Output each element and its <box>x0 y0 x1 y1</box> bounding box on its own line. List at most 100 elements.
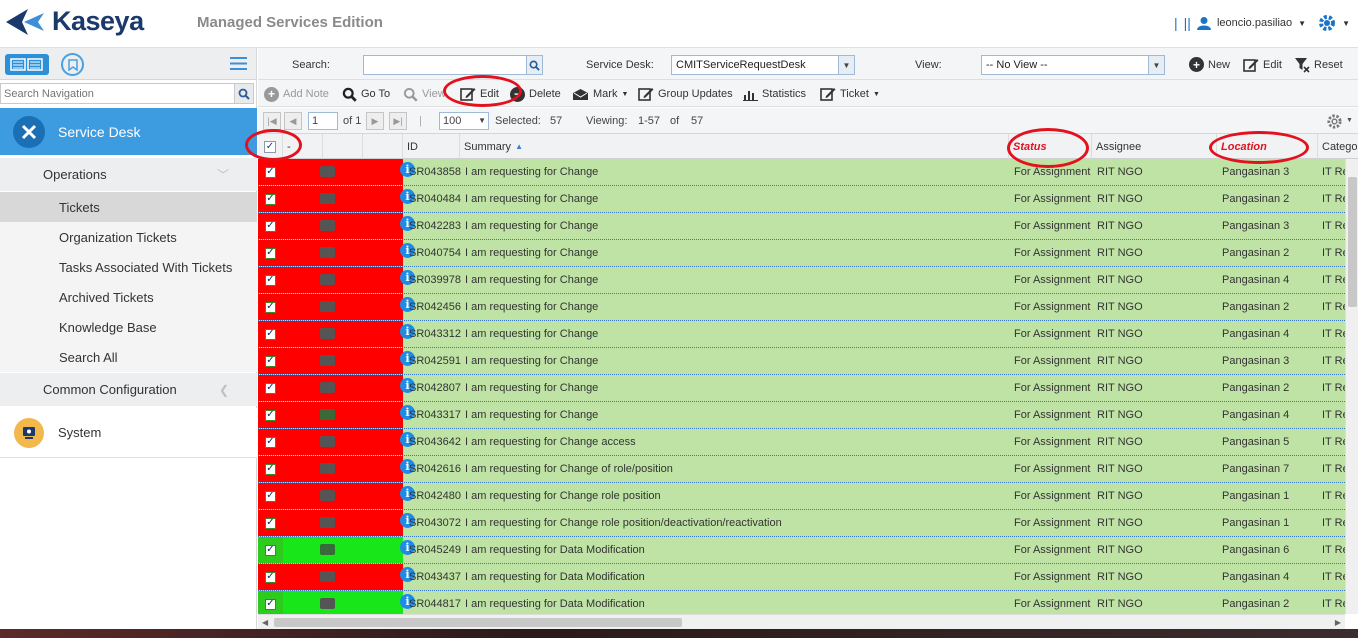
nav-item-tickets[interactable]: Tickets <box>0 192 257 222</box>
column-header-assignee[interactable]: Assignee <box>1092 134 1217 159</box>
row-checkbox[interactable]: ✓ <box>258 240 283 266</box>
nav-module-service-desk[interactable]: Service Desk <box>0 108 257 155</box>
view-select[interactable]: -- No View -- ▼ <box>981 55 1165 75</box>
row-checkbox[interactable]: ✓ <box>258 591 283 614</box>
user-name[interactable]: leoncio.pasiliao <box>1217 17 1292 29</box>
column-header-flag[interactable]: - <box>283 134 323 159</box>
ticket-id[interactable]: SR043858 <box>409 159 465 185</box>
row-checkbox[interactable]: ✓ <box>258 537 283 563</box>
table-row[interactable]: ✓ i SR043642 I am requesting for Change acc… <box>258 429 1345 456</box>
ticket-id[interactable]: SR042616 <box>409 456 465 482</box>
table-row[interactable]: ✓ i SR043072 I am requesting for Change rol… <box>258 510 1345 537</box>
page-size-select[interactable]: 100 ▼ <box>439 112 489 130</box>
ticket-id[interactable]: SR040484 <box>409 186 465 212</box>
row-checkbox[interactable]: ✓ <box>258 159 283 185</box>
column-header-summary[interactable]: Summary ▲ <box>460 134 1009 159</box>
column-header-id[interactable]: ID <box>403 134 460 159</box>
delete-button[interactable]: − Delete <box>510 84 561 104</box>
grid-settings-gear-icon[interactable] <box>1326 113 1343 130</box>
row-checkbox[interactable]: ✓ <box>258 456 283 482</box>
table-row[interactable]: ✓ i SR044817 I am requesting for Data Modif… <box>258 591 1345 614</box>
scrollbar-thumb[interactable] <box>1348 177 1357 307</box>
nav-search-button[interactable] <box>234 84 253 103</box>
nav-item-organization-tickets[interactable]: Organization Tickets <box>0 222 257 252</box>
ticket-id[interactable]: SR039978 <box>409 267 465 293</box>
table-row[interactable]: ✓ i SR043317 I am requesting for Change For … <box>258 402 1345 429</box>
table-row[interactable]: ✓ i SR040484 I am requesting for Change For … <box>258 186 1345 213</box>
row-checkbox[interactable]: ✓ <box>258 186 283 212</box>
row-checkbox[interactable]: ✓ <box>258 267 283 293</box>
search-button[interactable] <box>526 56 542 74</box>
ticket-id[interactable]: SR045249 <box>409 537 465 563</box>
ticket-id[interactable]: SR042591 <box>409 348 465 374</box>
edit-ticket-button[interactable]: Edit <box>460 84 499 104</box>
table-row[interactable]: ✓ i SR039978 I am requesting for Change For … <box>258 267 1345 294</box>
nav-item-tasks-associated[interactable]: Tasks Associated With Tickets <box>0 252 257 282</box>
table-row[interactable]: ✓ i SR042283 I am requesting for Change For … <box>258 213 1345 240</box>
table-row[interactable]: ✓ i SR043312 I am requesting for Change For … <box>258 321 1345 348</box>
column-header-category[interactable]: Catego <box>1318 134 1358 159</box>
edit-view-button[interactable]: Edit <box>1243 57 1282 73</box>
view-button[interactable]: View <box>403 84 446 104</box>
ticket-id[interactable]: SR043317 <box>409 402 465 428</box>
vertical-scrollbar[interactable] <box>1345 159 1358 614</box>
select-all-checkbox[interactable]: ✓ <box>258 134 283 159</box>
nav-item-search-all[interactable]: Search All <box>0 342 257 372</box>
nav-group-common-configuration[interactable]: Common Configuration ❮ <box>0 373 257 406</box>
nav-group-operations[interactable]: Operations ﹀ <box>0 158 257 191</box>
nav-item-knowledge-base[interactable]: Knowledge Base <box>0 312 257 342</box>
table-row[interactable]: ✓ i SR042807 I am requesting for Change For … <box>258 375 1345 402</box>
row-checkbox[interactable]: ✓ <box>258 348 283 374</box>
scrollbar-thumb[interactable] <box>274 618 682 627</box>
prev-page-button[interactable]: ◀ <box>284 112 302 130</box>
ticket-id[interactable]: SR042480 <box>409 483 465 509</box>
ticket-id[interactable]: SR043312 <box>409 321 465 347</box>
table-row[interactable]: ✓ i SR045249 I am requesting for Data Modif… <box>258 537 1345 564</box>
row-checkbox[interactable]: ✓ <box>258 483 283 509</box>
row-checkbox[interactable]: ✓ <box>258 321 283 347</box>
next-page-button[interactable]: ▶ <box>366 112 384 130</box>
ticket-menu-button[interactable]: Ticket ▼ <box>820 84 880 104</box>
row-checkbox[interactable]: ✓ <box>258 402 283 428</box>
gear-icon[interactable] <box>1318 14 1336 32</box>
row-checkbox[interactable]: ✓ <box>258 564 283 590</box>
nav-module-system[interactable]: System <box>0 408 257 458</box>
row-checkbox[interactable]: ✓ <box>258 510 283 536</box>
chevron-down-icon[interactable]: ▼ <box>1298 19 1306 28</box>
bookmark-button[interactable] <box>61 53 84 76</box>
ticket-id[interactable]: SR044817 <box>409 591 465 614</box>
horizontal-scrollbar[interactable]: ◀ ▶ <box>258 614 1345 629</box>
scroll-left-icon[interactable]: ◀ <box>262 618 268 627</box>
add-note-button[interactable]: + Add Note <box>264 84 329 104</box>
table-row[interactable]: ✓ i SR042480 I am requesting for Change rol… <box>258 483 1345 510</box>
ticket-id[interactable]: SR040754 <box>409 240 465 266</box>
group-updates-button[interactable]: Group Updates <box>638 84 733 104</box>
statistics-button[interactable]: Statistics <box>743 84 806 104</box>
chevron-down-icon[interactable]: ▼ <box>1346 117 1353 124</box>
column-header-status[interactable]: Status <box>1009 134 1092 159</box>
ticket-id[interactable]: SR043642 <box>409 429 465 455</box>
new-view-button[interactable]: + New <box>1189 57 1230 72</box>
table-row[interactable]: ✓ i SR043858 I am requesting for Change For … <box>258 159 1345 186</box>
nav-item-archived-tickets[interactable]: Archived Tickets <box>0 282 257 312</box>
table-row[interactable]: ✓ i SR042591 I am requesting for Change For … <box>258 348 1345 375</box>
nav-search-input[interactable] <box>1 84 233 103</box>
table-row[interactable]: ✓ i SR042616 I am requesting for Change of … <box>258 456 1345 483</box>
row-checkbox[interactable]: ✓ <box>258 375 283 401</box>
ticket-id[interactable]: SR043437 <box>409 564 465 590</box>
hamburger-menu-icon[interactable] <box>230 57 247 70</box>
ticket-id[interactable]: SR042283 <box>409 213 465 239</box>
kaseya-logo[interactable]: Kaseya <box>4 6 144 37</box>
ticket-id[interactable]: SR042456 <box>409 294 465 320</box>
column-header-location[interactable]: Location <box>1217 134 1318 159</box>
table-row[interactable]: ✓ i SR040754 I am requesting for Change For … <box>258 240 1345 267</box>
first-page-button[interactable]: |◀ <box>263 112 281 130</box>
last-page-button[interactable]: ▶| <box>389 112 407 130</box>
row-checkbox[interactable]: ✓ <box>258 213 283 239</box>
go-to-button[interactable]: Go To <box>342 84 390 104</box>
mark-menu-button[interactable]: Mark ▼ <box>572 84 628 104</box>
row-checkbox[interactable]: ✓ <box>258 429 283 455</box>
page-number-input[interactable]: 1 <box>308 112 338 130</box>
ticket-search-input[interactable] <box>363 55 543 75</box>
ticket-id[interactable]: SR042807 <box>409 375 465 401</box>
